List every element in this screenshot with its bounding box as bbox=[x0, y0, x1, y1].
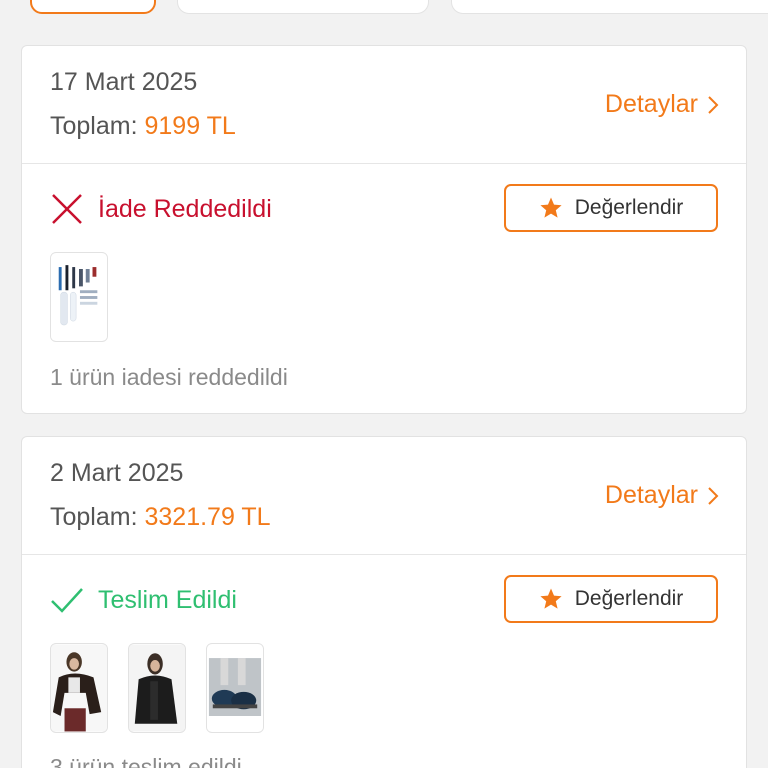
rate-button-label: Değerlendir bbox=[574, 587, 684, 610]
filter-chip[interactable] bbox=[451, 0, 768, 14]
order-total-label: Toplam: bbox=[50, 503, 138, 531]
order-status-text: Teslim Edildi bbox=[98, 585, 237, 614]
product-thumbnails bbox=[50, 643, 264, 733]
order-date: 2 Mart 2025 bbox=[50, 459, 184, 487]
product-thumbnail[interactable] bbox=[50, 643, 108, 733]
product-thumbnails bbox=[50, 252, 108, 342]
chevron-right-icon bbox=[708, 486, 719, 505]
rate-button[interactable]: Değerlendir bbox=[504, 184, 718, 232]
sneakers-image bbox=[207, 644, 263, 732]
order-status-text: İade Reddedildi bbox=[98, 194, 272, 223]
cross-icon bbox=[52, 194, 82, 224]
product-thumbnail[interactable] bbox=[206, 643, 264, 733]
filter-chip[interactable] bbox=[177, 0, 429, 14]
product-thumbnail[interactable] bbox=[50, 252, 108, 342]
product-thumbnail[interactable] bbox=[128, 643, 186, 733]
details-link-label: Detaylar bbox=[604, 90, 698, 118]
filter-chips-row bbox=[0, 0, 768, 16]
order-total-amount: 3321.79 TL bbox=[144, 503, 271, 531]
chevron-right-icon bbox=[708, 95, 719, 114]
star-icon bbox=[540, 197, 562, 218]
order-summary: 1 ürün iadesi reddedildi bbox=[50, 364, 288, 390]
hair-styler-set-image bbox=[51, 253, 107, 341]
order-total: Toplam: 3321.79 TL bbox=[50, 503, 271, 532]
order-status: İade Reddedildi bbox=[50, 192, 272, 226]
order-card-header: 2 Mart 2025 Toplam: 3321.79 TL Detaylar bbox=[22, 437, 746, 555]
rate-button-label: Değerlendir bbox=[574, 196, 684, 219]
order-card-header: 17 Mart 2025 Toplam: 9199 TL Detaylar bbox=[22, 46, 746, 164]
details-link-label: Detaylar bbox=[604, 481, 698, 509]
order-total-amount: 9199 TL bbox=[144, 112, 236, 140]
order-card: 17 Mart 2025 Toplam: 9199 TL Detaylar İa… bbox=[21, 45, 747, 414]
leather-jacket-image bbox=[51, 644, 107, 732]
star-icon bbox=[540, 588, 562, 609]
order-total-label: Toplam: bbox=[50, 112, 138, 140]
check-icon bbox=[51, 588, 83, 613]
order-total: Toplam: 9199 TL bbox=[50, 112, 236, 141]
order-card: 2 Mart 2025 Toplam: 3321.79 TL Detaylar … bbox=[21, 436, 747, 768]
filter-chip-active[interactable] bbox=[30, 0, 156, 14]
order-status: Teslim Edildi bbox=[50, 583, 237, 617]
black-coat-image bbox=[129, 644, 185, 732]
details-link[interactable]: Detaylar bbox=[605, 90, 720, 119]
order-summary: 3 ürün teslim edildi bbox=[50, 754, 242, 768]
details-link[interactable]: Detaylar bbox=[605, 481, 720, 510]
rate-button[interactable]: Değerlendir bbox=[504, 575, 718, 623]
order-date: 17 Mart 2025 bbox=[50, 68, 198, 96]
